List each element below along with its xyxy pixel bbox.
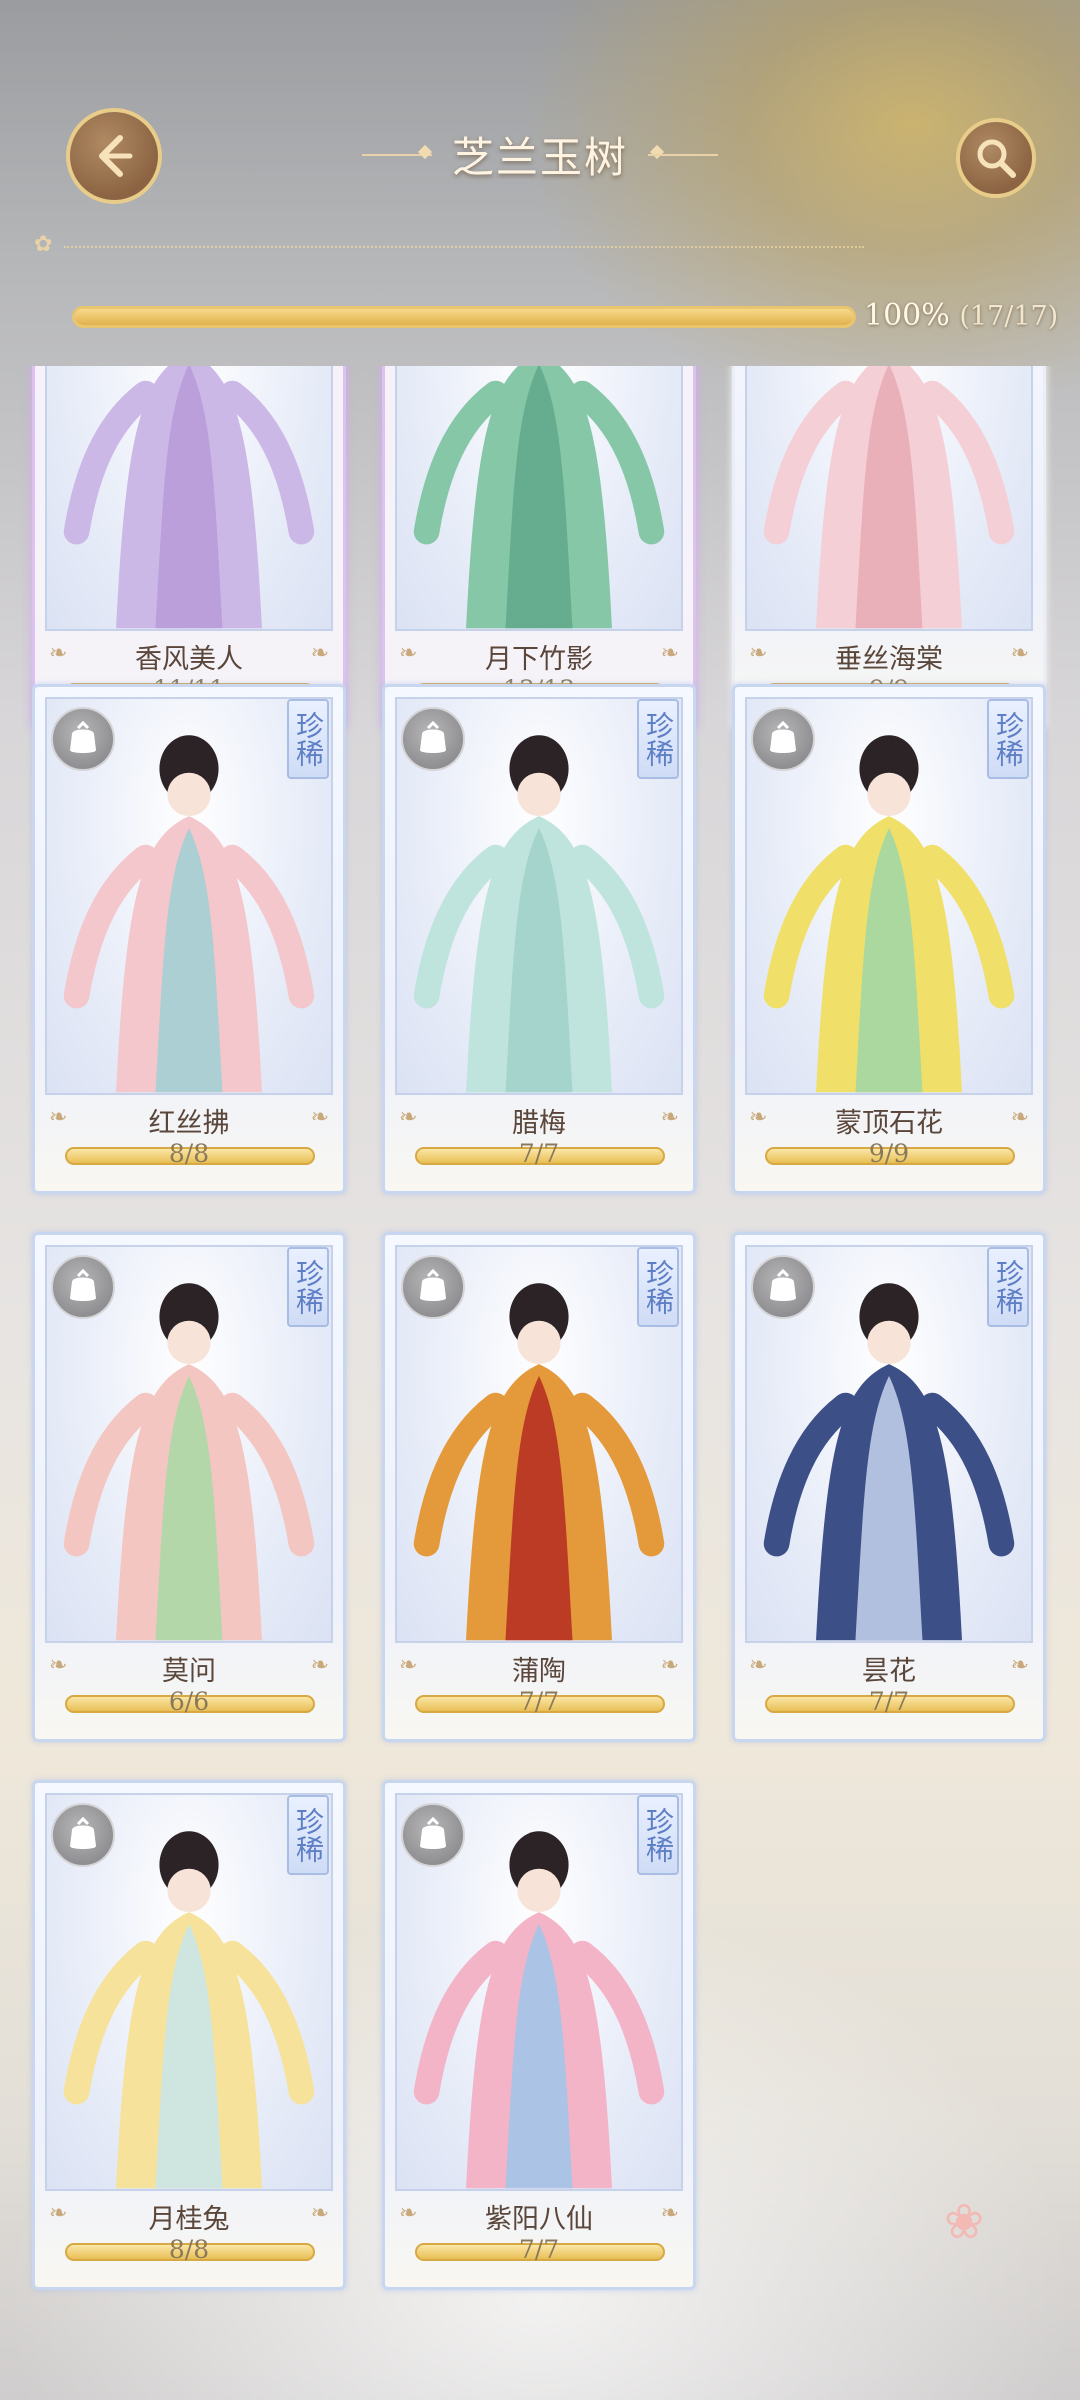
rare-badge: 珍稀 [987, 699, 1029, 779]
collection-progress-bar [72, 306, 856, 328]
outfit-portrait [745, 366, 1033, 631]
progress-fill [75, 309, 853, 325]
progress-percent: 100% [864, 298, 950, 333]
leaf-ornament-icon: ❧ [310, 2201, 329, 2226]
leaf-ornament-icon: ❧ [310, 641, 329, 666]
search-icon [977, 139, 1016, 178]
lucky-bag-icon[interactable] [751, 707, 815, 771]
lucky-bag-icon[interactable] [51, 1255, 115, 1319]
outfit-grid[interactable]: ❧ 香风美人 ❧ 11/11 ❧ 月下竹影 ❧ 13/13 [0, 366, 1080, 2400]
outfit-card[interactable]: 珍稀 ❧ 紫阳八仙 ❧ 7/7 [382, 1780, 696, 2290]
outfit-name: 月下竹影 [485, 644, 593, 675]
rare-badge: 珍稀 [637, 1247, 679, 1327]
outfit-name: 香风美人 [135, 644, 243, 675]
outfit-portrait [395, 366, 683, 631]
outfit-name: 垂丝海棠 [835, 644, 943, 675]
lucky-bag-icon[interactable] [51, 1803, 115, 1867]
outfit-card[interactable]: 珍稀 ❧ 蒲陶 ❧ 7/7 [382, 1232, 696, 1742]
leaf-ornament-icon: ❧ [1010, 641, 1029, 666]
outfit-progress-count: 7/7 [868, 1687, 910, 1716]
lucky-bag-icon[interactable] [401, 1803, 465, 1867]
outfit-card[interactable]: 珍稀 ❧ 蒙顶石花 ❧ 9/9 [732, 684, 1046, 1194]
progress-count: (17/17) [959, 301, 1059, 332]
outfit-card[interactable]: ❧ 垂丝海棠 ❧ 9/9 [732, 366, 1046, 730]
outfit-name: 红丝拂 [148, 1108, 230, 1139]
outfit-progress-count: 7/7 [518, 2235, 560, 2264]
rare-badge: 珍稀 [637, 699, 679, 779]
leaf-ornament-icon: ❧ [310, 1105, 329, 1130]
lucky-bag-icon[interactable] [401, 707, 465, 771]
outfit-name: 月桂兔 [148, 2204, 230, 2235]
outfit-card[interactable]: ❧ 香风美人 ❧ 11/11 [32, 366, 346, 730]
lucky-bag-icon[interactable] [751, 1255, 815, 1319]
leaf-ornament-icon: ❧ [660, 1653, 679, 1678]
search-button[interactable] [956, 118, 1036, 198]
rare-badge: 珍稀 [287, 1247, 329, 1327]
outfit-name: 紫阳八仙 [485, 2204, 593, 2235]
rare-badge: 珍稀 [637, 1795, 679, 1875]
outfit-name: 腊梅 [512, 1108, 566, 1139]
outfit-card[interactable]: 珍稀 ❧ 昙花 ❧ 7/7 [732, 1232, 1046, 1742]
gold-leaf-decoration [520, 0, 1080, 420]
lucky-bag-icon[interactable] [401, 1255, 465, 1319]
progress-label: 100% (17/17) [864, 298, 1058, 333]
outfit-name: 蒙顶石花 [835, 1108, 943, 1139]
outfit-card[interactable]: 珍稀 ❧ 月桂兔 ❧ 8/8 [32, 1780, 346, 2290]
outfit-progress-count: 8/8 [168, 2235, 210, 2264]
outfit-progress-count: 6/6 [168, 1687, 210, 1716]
outfit-name: 昙花 [862, 1656, 916, 1687]
leaf-ornament-icon: ❧ [1010, 1105, 1029, 1130]
outfit-portrait [45, 366, 333, 631]
petal-decoration: ❀ [944, 2194, 985, 2250]
leaf-ornament-icon: ❧ [660, 1105, 679, 1130]
rare-badge: 珍稀 [287, 1795, 329, 1875]
outfit-name: 蒲陶 [512, 1656, 566, 1687]
flower-ornament-icon: ✿ [34, 232, 53, 257]
rare-badge: 珍稀 [287, 699, 329, 779]
page-title: 芝兰玉树 [451, 133, 628, 182]
leaf-ornament-icon: ❧ [660, 641, 679, 666]
outfit-card[interactable]: 珍稀 ❧ 红丝拂 ❧ 8/8 [32, 684, 346, 1194]
leaf-ornament-icon: ❧ [310, 1653, 329, 1678]
outfit-progress-count: 9/9 [868, 1139, 910, 1168]
header-divider [64, 246, 864, 248]
outfit-name: 莫问 [162, 1656, 216, 1687]
leaf-ornament-icon: ❧ [1010, 1653, 1029, 1678]
rare-badge: 珍稀 [987, 1247, 1029, 1327]
outfit-card[interactable]: 珍稀 ❧ 腊梅 ❧ 7/7 [382, 684, 696, 1194]
outfit-progress-count: 7/7 [518, 1687, 560, 1716]
lucky-bag-icon[interactable] [51, 707, 115, 771]
leaf-ornament-icon: ❧ [660, 2201, 679, 2226]
outfit-card[interactable]: ❧ 月下竹影 ❧ 13/13 [382, 366, 696, 730]
title-ornament-right [648, 154, 718, 156]
outfit-progress-count: 7/7 [518, 1139, 560, 1168]
outfit-card[interactable]: 珍稀 ❧ 莫问 ❧ 6/6 [32, 1232, 346, 1742]
outfit-progress-count: 8/8 [168, 1139, 210, 1168]
